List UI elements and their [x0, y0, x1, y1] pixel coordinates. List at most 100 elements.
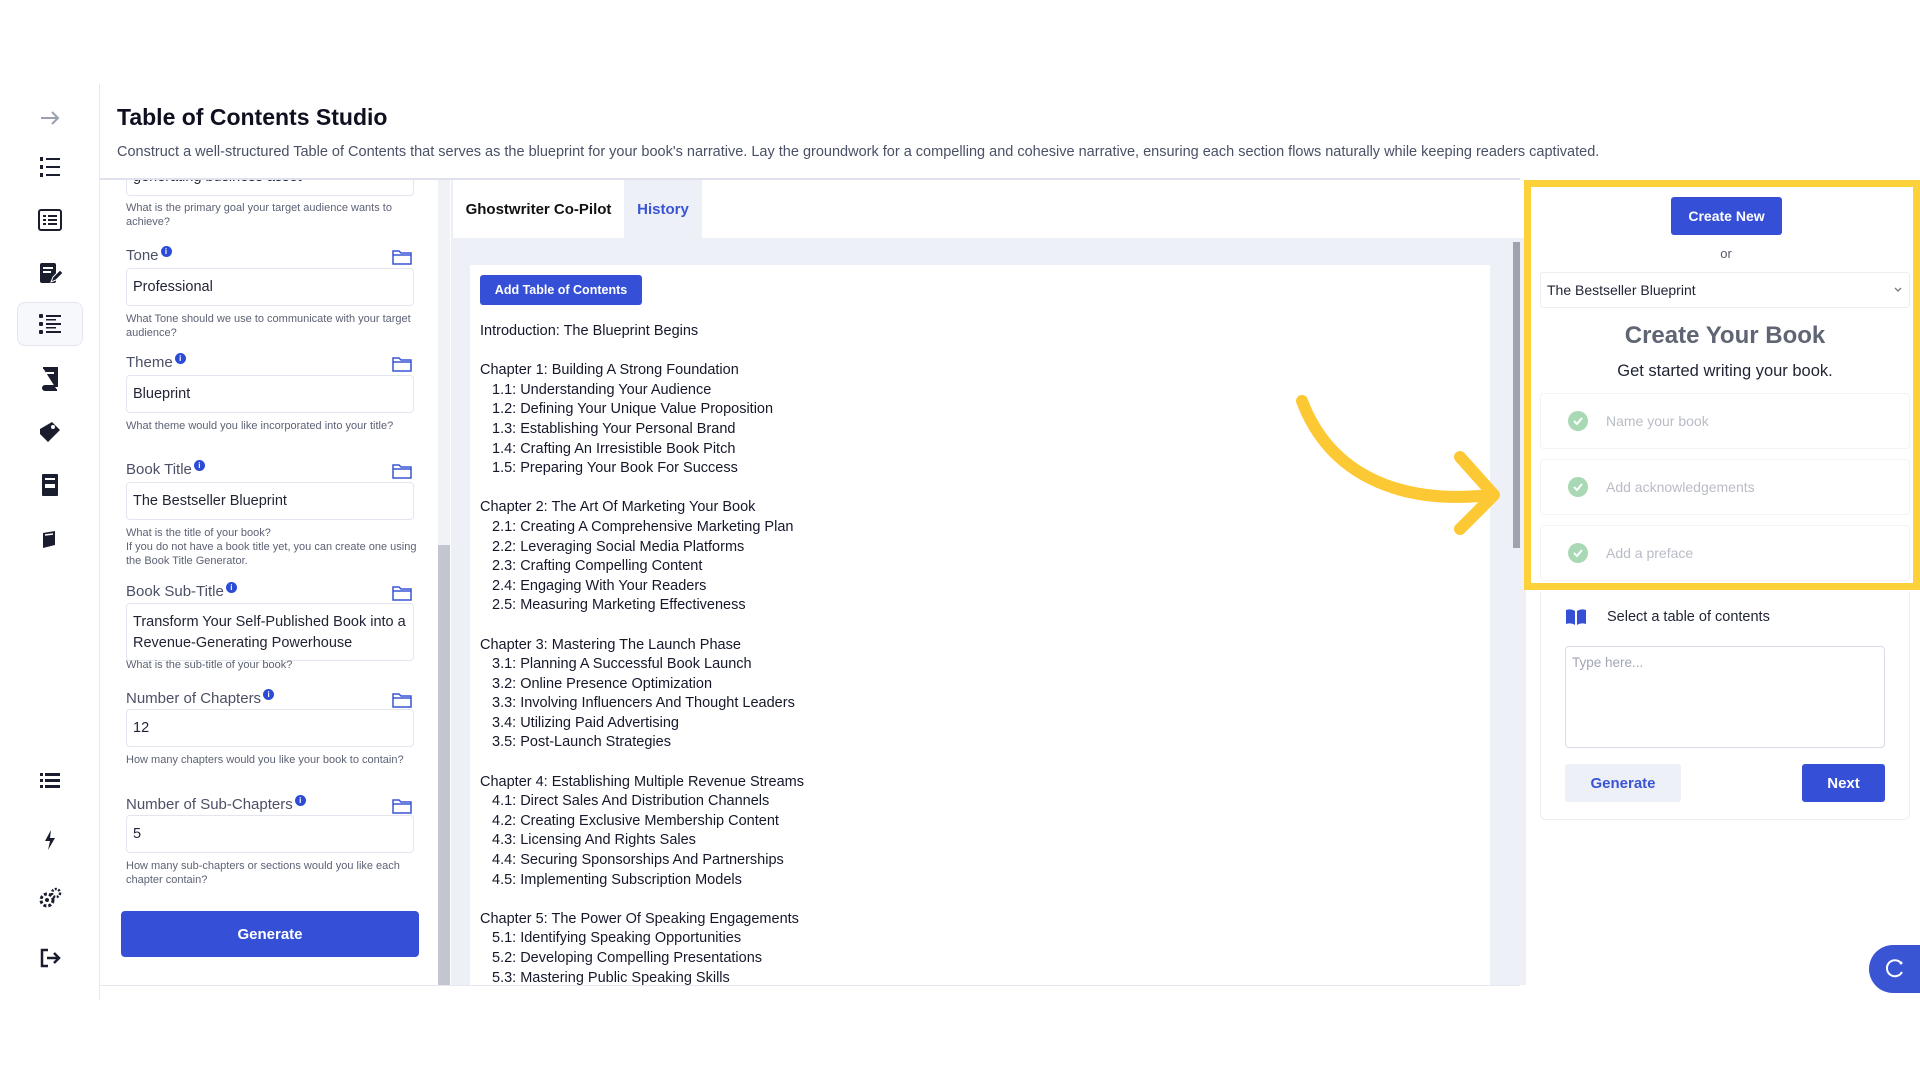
book-title-label-text: Book Title	[126, 461, 192, 478]
list-icon[interactable]	[17, 759, 83, 803]
chapter-title: Chapter 3: Mastering The Launch Phase	[480, 636, 741, 653]
sub-chapter: 1.2: Defining Your Unique Value Proposit…	[492, 401, 774, 418]
chapters-help: How many chapters would you like your bo…	[126, 754, 404, 766]
folder-icon[interactable]	[392, 463, 412, 479]
sub-chapter: 3.1: Planning A Successful Book Launch	[492, 656, 752, 673]
toc-text: Introduction: The Blueprint Begins Chapt…	[480, 322, 804, 1008]
generate-secondary-button[interactable]: Generate	[1565, 764, 1681, 802]
book-subtitle-input[interactable]: Transform Your Self-Published Book into …	[126, 603, 414, 661]
page-title: Table of Contents Studio	[117, 104, 388, 130]
goal-input[interactable]: generating business asset	[126, 180, 414, 196]
subchapters-label-text: Number of Sub-Chapters	[126, 796, 293, 813]
chapter-title: Chapter 2: The Art Of Marketing Your Boo…	[480, 499, 756, 516]
add-table-of-contents-button[interactable]: Add Table of Contents	[480, 275, 642, 305]
numbered-list-icon[interactable]	[17, 145, 83, 189]
info-icon[interactable]: i	[294, 795, 306, 806]
lightning-icon[interactable]	[17, 818, 83, 862]
sub-chapter: 1.5: Preparing Your Book For Success	[492, 460, 738, 477]
toc-textarea[interactable]: Type here...	[1565, 646, 1885, 748]
book-subtitle-help: What is the sub-title of your book?	[126, 659, 293, 671]
subchapters-help: How many sub-chapters or sections would …	[126, 860, 400, 886]
chat-icon	[1885, 959, 1903, 978]
closed-book-icon[interactable]	[17, 518, 83, 562]
toc-chapter: Chapter 2: The Art Of Marketing Your Boo…	[480, 498, 804, 616]
settings-icon[interactable]	[17, 877, 83, 921]
info-icon[interactable]: i	[225, 582, 237, 593]
goal-help: What is the primary goal your target aud…	[126, 202, 392, 228]
folder-icon[interactable]	[392, 585, 412, 601]
sub-chapter: 4.4: Securing Sponsorships And Partnersh…	[492, 852, 784, 869]
book-title-help: What is the title of your book? If you d…	[126, 527, 417, 567]
content-scrollbar-thumb[interactable]	[1513, 242, 1520, 548]
sub-chapter: 4.2: Creating Exclusive Membership Conte…	[492, 812, 779, 829]
tab-bar: Ghostwriter Co-Pilot History	[452, 180, 1520, 238]
document-list-icon[interactable]	[17, 198, 83, 242]
sub-chapter: 1.1: Understanding Your Audience	[492, 381, 712, 398]
toc-chapter: Chapter 3: Mastering The Launch Phase 3.…	[480, 636, 804, 754]
edit-document-icon[interactable]	[17, 251, 83, 295]
chapter-title: Chapter 5: The Power Of Speaking Engagem…	[480, 910, 799, 927]
sub-chapter: 3.3: Involving Influencers And Thought L…	[492, 695, 795, 712]
book-title-label: Book Title i	[126, 460, 205, 478]
tone-input[interactable]: Professional	[126, 268, 414, 306]
annotation-arrow-icon	[1296, 395, 1500, 535]
sub-chapter: 2.3: Crafting Compelling Content	[492, 558, 703, 575]
generate-button[interactable]: Generate	[121, 911, 419, 957]
book-tag-icon[interactable]	[17, 410, 83, 454]
chapters-label: Number of Chapters i	[126, 689, 275, 707]
tone-help: What Tone should we use to communicate w…	[126, 313, 411, 339]
toc-chapter: Chapter 1: Building A Strong Foundation …	[480, 361, 804, 479]
chapters-label-text: Number of Chapters	[126, 690, 262, 707]
sub-chapter: 2.1: Creating A Comprehensive Marketing …	[492, 518, 794, 535]
chapter-title: Chapter 4: Establishing Multiple Revenue…	[480, 773, 804, 790]
arrow-right-icon[interactable]	[17, 96, 83, 140]
logout-icon[interactable]	[17, 936, 83, 980]
chapter-title: Chapter 1: Building A Strong Foundation	[480, 362, 739, 379]
chat-support-button[interactable]	[1869, 945, 1920, 993]
sub-chapter: 3.4: Utilizing Paid Advertising	[492, 714, 679, 731]
theme-help: What theme would you like incorporated i…	[126, 420, 394, 432]
book-title-input[interactable]: The Bestseller Blueprint	[126, 482, 414, 520]
tab-history[interactable]: History	[624, 180, 702, 238]
page-description: Construct a well-structured Table of Con…	[117, 144, 1600, 160]
form-scrollbar-thumb[interactable]	[438, 545, 450, 985]
sub-chapter: 5.2: Developing Compelling Presentations	[492, 950, 763, 966]
folder-icon[interactable]	[392, 249, 412, 265]
subchapters-input[interactable]: 5	[126, 815, 414, 853]
book-subtitle-label-text: Book Sub-Title	[126, 583, 224, 600]
sub-chapter: 5.1: Identifying Speaking Opportunities	[492, 930, 742, 947]
select-toc-label: Select a table of contents	[1607, 609, 1770, 625]
sub-chapter: 4.3: Licensing And Rights Sales	[492, 832, 696, 849]
toc-chapter: Chapter 4: Establishing Multiple Revenue…	[480, 773, 804, 891]
select-toc-row: Select a table of contents	[1565, 607, 1770, 627]
sub-chapter: 2.2: Leveraging Social Media Platforms	[492, 538, 745, 555]
tone-label-text: Tone	[126, 247, 159, 264]
page-bottom-mask	[452, 985, 1520, 1080]
folder-icon[interactable]	[392, 692, 412, 708]
sub-chapter: 2.4: Engaging With Your Readers	[492, 577, 707, 594]
sub-chapter: 3.5: Post-Launch Strategies	[492, 734, 671, 751]
book-stack-icon[interactable]	[17, 357, 83, 401]
theme-label: Theme i	[126, 353, 186, 371]
table-of-contents-icon[interactable]	[17, 302, 83, 346]
open-book-icon	[1566, 609, 1586, 625]
subchapters-label: Number of Sub-Chapters i	[126, 795, 306, 813]
folder-icon[interactable]	[392, 356, 412, 372]
book-subtitle-label: Book Sub-Title i	[126, 582, 237, 600]
folder-icon[interactable]	[392, 798, 412, 814]
tab-ghostwriter-copilot[interactable]: Ghostwriter Co-Pilot	[452, 180, 624, 238]
bottom-divider	[100, 985, 1520, 986]
next-button[interactable]: Next	[1802, 764, 1885, 802]
chapters-input[interactable]: 12	[126, 709, 414, 747]
info-icon[interactable]: i	[263, 689, 275, 700]
info-icon[interactable]: i	[193, 460, 205, 471]
sub-chapter: 1.4: Crafting An Irresistible Book Pitch	[492, 440, 736, 457]
sub-chapter: 1.3: Establishing Your Personal Brand	[492, 420, 736, 437]
toc-intro: Introduction: The Blueprint Begins	[480, 323, 699, 339]
sub-chapter: 3.2: Online Presence Optimization	[492, 675, 713, 692]
sub-chapter: 2.5: Measuring Marketing Effectiveness	[492, 597, 746, 614]
info-icon[interactable]: i	[174, 353, 186, 364]
theme-input[interactable]: Blueprint	[126, 375, 414, 413]
info-icon[interactable]: i	[160, 246, 172, 257]
archive-book-icon[interactable]	[17, 463, 83, 507]
